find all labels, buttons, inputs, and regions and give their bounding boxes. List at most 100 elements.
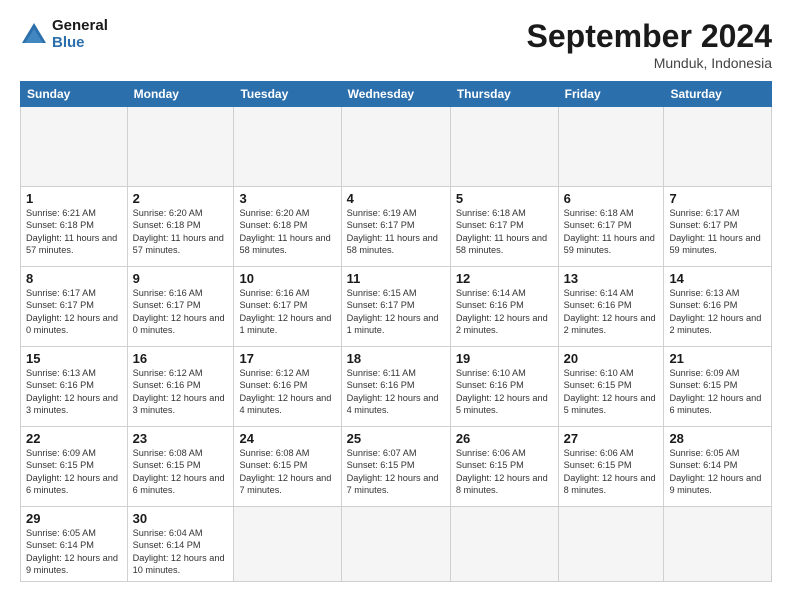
day-info: Sunrise: 6:08 AM Sunset: 6:15 PM Dayligh…: [239, 447, 335, 497]
table-cell: [450, 507, 558, 582]
day-info: Sunrise: 6:04 AM Sunset: 6:14 PM Dayligh…: [133, 527, 229, 577]
day-info: Sunrise: 6:20 AM Sunset: 6:18 PM Dayligh…: [239, 207, 335, 257]
table-cell: [664, 507, 772, 582]
day-info: Sunrise: 6:11 AM Sunset: 6:16 PM Dayligh…: [347, 367, 445, 417]
logo: General Blue: [20, 18, 108, 51]
table-cell: 23Sunrise: 6:08 AM Sunset: 6:15 PM Dayli…: [127, 427, 234, 507]
day-number: 13: [564, 271, 659, 286]
day-info: Sunrise: 6:13 AM Sunset: 6:16 PM Dayligh…: [669, 287, 766, 337]
header: General Blue September 2024 Munduk, Indo…: [20, 18, 772, 71]
day-number: 21: [669, 351, 766, 366]
day-info: Sunrise: 6:08 AM Sunset: 6:15 PM Dayligh…: [133, 447, 229, 497]
title-area: September 2024 Munduk, Indonesia: [527, 18, 772, 71]
day-number: 8: [26, 271, 122, 286]
table-cell: 27Sunrise: 6:06 AM Sunset: 6:15 PM Dayli…: [558, 427, 664, 507]
table-cell: 9Sunrise: 6:16 AM Sunset: 6:17 PM Daylig…: [127, 267, 234, 347]
table-cell: 21Sunrise: 6:09 AM Sunset: 6:15 PM Dayli…: [664, 347, 772, 427]
day-info: Sunrise: 6:05 AM Sunset: 6:14 PM Dayligh…: [26, 527, 122, 577]
table-cell: [127, 107, 234, 187]
col-friday: Friday: [558, 82, 664, 107]
table-cell: 30Sunrise: 6:04 AM Sunset: 6:14 PM Dayli…: [127, 507, 234, 582]
location: Munduk, Indonesia: [527, 55, 772, 71]
col-saturday: Saturday: [664, 82, 772, 107]
calendar: Sunday Monday Tuesday Wednesday Thursday…: [20, 81, 772, 582]
day-info: Sunrise: 6:06 AM Sunset: 6:15 PM Dayligh…: [564, 447, 659, 497]
day-info: Sunrise: 6:20 AM Sunset: 6:18 PM Dayligh…: [133, 207, 229, 257]
day-info: Sunrise: 6:18 AM Sunset: 6:17 PM Dayligh…: [564, 207, 659, 257]
day-number: 1: [26, 191, 122, 206]
day-number: 16: [133, 351, 229, 366]
table-cell: [341, 107, 450, 187]
day-info: Sunrise: 6:21 AM Sunset: 6:18 PM Dayligh…: [26, 207, 122, 257]
day-number: 10: [239, 271, 335, 286]
logo-text: General Blue: [52, 18, 108, 51]
table-cell: 15Sunrise: 6:13 AM Sunset: 6:16 PM Dayli…: [21, 347, 128, 427]
logo-icon: [20, 21, 48, 49]
table-cell: [234, 507, 341, 582]
table-cell: [664, 107, 772, 187]
col-thursday: Thursday: [450, 82, 558, 107]
table-cell: 13Sunrise: 6:14 AM Sunset: 6:16 PM Dayli…: [558, 267, 664, 347]
day-number: 18: [347, 351, 445, 366]
day-number: 5: [456, 191, 553, 206]
day-info: Sunrise: 6:17 AM Sunset: 6:17 PM Dayligh…: [669, 207, 766, 257]
day-number: 9: [133, 271, 229, 286]
day-info: Sunrise: 6:14 AM Sunset: 6:16 PM Dayligh…: [564, 287, 659, 337]
col-tuesday: Tuesday: [234, 82, 341, 107]
day-info: Sunrise: 6:13 AM Sunset: 6:16 PM Dayligh…: [26, 367, 122, 417]
page: General Blue September 2024 Munduk, Indo…: [0, 0, 792, 612]
day-number: 24: [239, 431, 335, 446]
day-info: Sunrise: 6:17 AM Sunset: 6:17 PM Dayligh…: [26, 287, 122, 337]
day-info: Sunrise: 6:16 AM Sunset: 6:17 PM Dayligh…: [133, 287, 229, 337]
table-cell: 18Sunrise: 6:11 AM Sunset: 6:16 PM Dayli…: [341, 347, 450, 427]
table-cell: 17Sunrise: 6:12 AM Sunset: 6:16 PM Dayli…: [234, 347, 341, 427]
table-cell: 14Sunrise: 6:13 AM Sunset: 6:16 PM Dayli…: [664, 267, 772, 347]
table-cell: 12Sunrise: 6:14 AM Sunset: 6:16 PM Dayli…: [450, 267, 558, 347]
table-cell: 10Sunrise: 6:16 AM Sunset: 6:17 PM Dayli…: [234, 267, 341, 347]
calendar-header-row: Sunday Monday Tuesday Wednesday Thursday…: [21, 82, 772, 107]
table-cell: 7Sunrise: 6:17 AM Sunset: 6:17 PM Daylig…: [664, 187, 772, 267]
table-cell: 6Sunrise: 6:18 AM Sunset: 6:17 PM Daylig…: [558, 187, 664, 267]
table-cell: 19Sunrise: 6:10 AM Sunset: 6:16 PM Dayli…: [450, 347, 558, 427]
day-number: 28: [669, 431, 766, 446]
day-info: Sunrise: 6:10 AM Sunset: 6:15 PM Dayligh…: [564, 367, 659, 417]
day-number: 20: [564, 351, 659, 366]
day-info: Sunrise: 6:14 AM Sunset: 6:16 PM Dayligh…: [456, 287, 553, 337]
table-cell: 1Sunrise: 6:21 AM Sunset: 6:18 PM Daylig…: [21, 187, 128, 267]
table-cell: 2Sunrise: 6:20 AM Sunset: 6:18 PM Daylig…: [127, 187, 234, 267]
col-monday: Monday: [127, 82, 234, 107]
table-cell: [341, 507, 450, 582]
day-number: 2: [133, 191, 229, 206]
table-cell: [558, 507, 664, 582]
day-number: 17: [239, 351, 335, 366]
day-info: Sunrise: 6:12 AM Sunset: 6:16 PM Dayligh…: [239, 367, 335, 417]
table-cell: [21, 107, 128, 187]
day-number: 19: [456, 351, 553, 366]
table-cell: 25Sunrise: 6:07 AM Sunset: 6:15 PM Dayli…: [341, 427, 450, 507]
day-info: Sunrise: 6:09 AM Sunset: 6:15 PM Dayligh…: [26, 447, 122, 497]
col-sunday: Sunday: [21, 82, 128, 107]
day-info: Sunrise: 6:18 AM Sunset: 6:17 PM Dayligh…: [456, 207, 553, 257]
table-cell: [234, 107, 341, 187]
day-number: 29: [26, 511, 122, 526]
day-info: Sunrise: 6:07 AM Sunset: 6:15 PM Dayligh…: [347, 447, 445, 497]
day-info: Sunrise: 6:06 AM Sunset: 6:15 PM Dayligh…: [456, 447, 553, 497]
day-info: Sunrise: 6:05 AM Sunset: 6:14 PM Dayligh…: [669, 447, 766, 497]
day-number: 25: [347, 431, 445, 446]
table-cell: [558, 107, 664, 187]
table-cell: 3Sunrise: 6:20 AM Sunset: 6:18 PM Daylig…: [234, 187, 341, 267]
table-cell: 4Sunrise: 6:19 AM Sunset: 6:17 PM Daylig…: [341, 187, 450, 267]
table-cell: 5Sunrise: 6:18 AM Sunset: 6:17 PM Daylig…: [450, 187, 558, 267]
day-number: 30: [133, 511, 229, 526]
day-number: 11: [347, 271, 445, 286]
day-info: Sunrise: 6:19 AM Sunset: 6:17 PM Dayligh…: [347, 207, 445, 257]
table-cell: [450, 107, 558, 187]
table-cell: 24Sunrise: 6:08 AM Sunset: 6:15 PM Dayli…: [234, 427, 341, 507]
table-cell: 16Sunrise: 6:12 AM Sunset: 6:16 PM Dayli…: [127, 347, 234, 427]
day-info: Sunrise: 6:12 AM Sunset: 6:16 PM Dayligh…: [133, 367, 229, 417]
day-number: 27: [564, 431, 659, 446]
day-info: Sunrise: 6:15 AM Sunset: 6:17 PM Dayligh…: [347, 287, 445, 337]
day-number: 6: [564, 191, 659, 206]
day-info: Sunrise: 6:10 AM Sunset: 6:16 PM Dayligh…: [456, 367, 553, 417]
day-number: 23: [133, 431, 229, 446]
